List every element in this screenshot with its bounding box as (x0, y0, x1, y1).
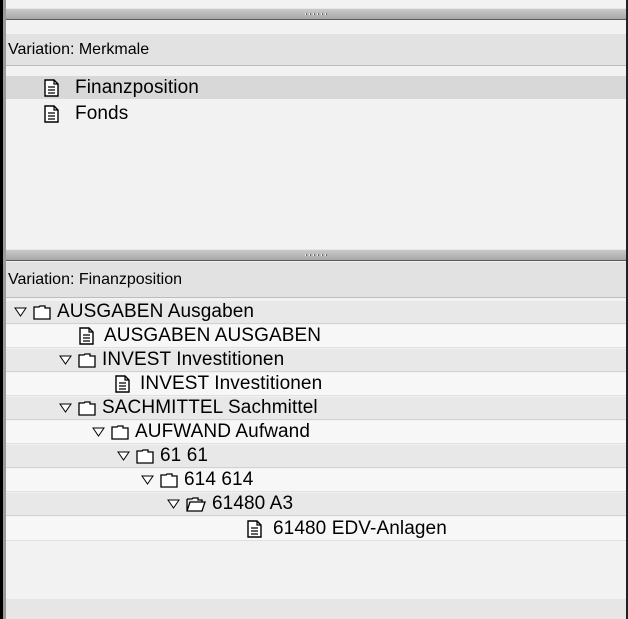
open-folder-icon (186, 497, 206, 512)
folder-icon (33, 305, 51, 320)
folder-icon (160, 473, 178, 488)
expand-triangle-icon[interactable] (92, 427, 105, 437)
tree-node-614[interactable]: 614 614 (6, 469, 626, 492)
tree-node-ausgaben[interactable]: AUSGABEN Ausgaben (6, 301, 626, 324)
top-pane-header: Variation: Merkmale (6, 34, 626, 66)
document-icon (79, 327, 94, 345)
tree-node-label: AUSGABEN AUSGABEN (104, 325, 322, 346)
bottom-splitter-handle[interactable] (6, 249, 626, 261)
tree-node-sachmittel[interactable]: SACHMITTEL Sachmittel (6, 397, 626, 420)
document-icon (247, 519, 262, 538)
tree-node-label: AUSGABEN Ausgaben (57, 301, 255, 322)
expand-triangle-icon[interactable] (141, 475, 154, 485)
grip-dots-icon (305, 254, 327, 256)
list-item-fonds[interactable]: Fonds (6, 102, 626, 125)
folder-icon (136, 449, 154, 464)
list-item-finanzposition[interactable]: Finanzposition (6, 76, 626, 99)
tree-node-61480-a3[interactable]: 61480 A3 (6, 493, 626, 516)
tree-node-label: INVEST Investitionen (102, 349, 285, 370)
bottom-pane-footer (6, 599, 626, 619)
folder-icon (111, 425, 129, 440)
expand-triangle-icon[interactable] (59, 403, 72, 413)
document-icon (44, 78, 59, 97)
expand-triangle-icon[interactable] (14, 307, 27, 317)
tree-node-label: SACHMITTEL Sachmittel (102, 397, 318, 418)
tree-node-label: AUFWAND Aufwand (135, 421, 311, 442)
tree-node-invest-doc[interactable]: INVEST Investitionen (6, 373, 626, 396)
tree-node-aufwand[interactable]: AUFWAND Aufwand (6, 421, 626, 444)
tree-node-invest-folder[interactable]: INVEST Investitionen (6, 349, 626, 372)
tree-node-ausgaben-doc[interactable]: AUSGABEN AUSGABEN (6, 325, 626, 348)
expand-triangle-icon[interactable] (117, 451, 130, 461)
tree-node-61480-edv[interactable]: 61480 EDV-Anlagen (6, 517, 626, 541)
tree-node-label: 614 614 (184, 469, 254, 490)
tree-node-label: 61 61 (160, 445, 209, 466)
tree-node-label: INVEST Investitionen (140, 373, 323, 394)
tree-node-label: 61480 A3 (212, 493, 294, 514)
grip-dots-icon (305, 13, 327, 15)
tree-node-61[interactable]: 61 61 (6, 445, 626, 468)
top-splitter-handle[interactable] (6, 8, 626, 20)
top-pane-empty-area (6, 126, 626, 250)
list-item-label: Fonds (75, 102, 129, 124)
tree-node-label: 61480 EDV-Anlagen (273, 517, 447, 539)
document-icon (44, 104, 59, 123)
expand-triangle-icon[interactable] (167, 499, 180, 509)
document-icon (115, 375, 130, 393)
bottom-pane-header: Variation: Finanzposition (6, 262, 626, 298)
expand-triangle-icon[interactable] (59, 355, 72, 365)
folder-icon (78, 401, 96, 416)
folder-icon (78, 353, 96, 368)
bottom-pane-empty-area (6, 542, 626, 599)
list-item-label: Finanzposition (75, 76, 199, 98)
